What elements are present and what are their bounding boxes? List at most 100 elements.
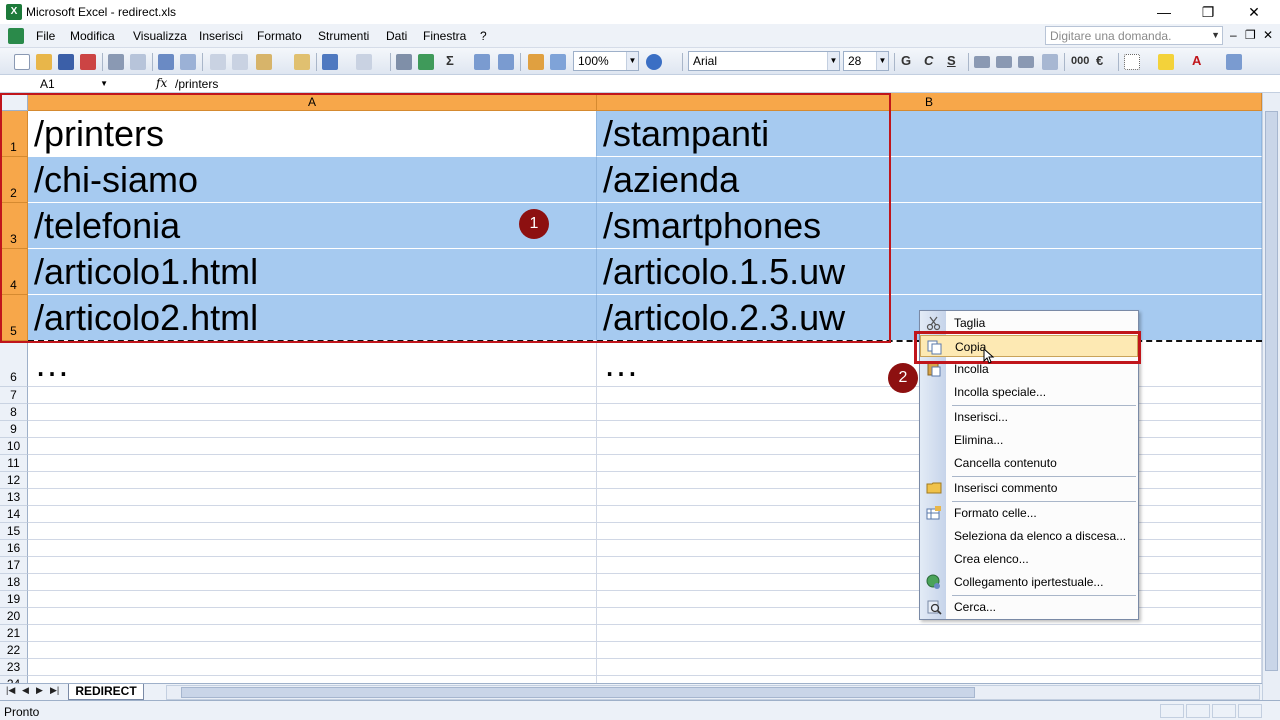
ask-question-box[interactable]: Digitare una domanda. ▼ xyxy=(1045,26,1223,45)
undo-icon[interactable] xyxy=(322,54,338,70)
menu-item-incolla[interactable]: Incolla xyxy=(920,358,1138,380)
cell[interactable] xyxy=(597,676,1262,683)
menu-item-copia[interactable]: Copia xyxy=(920,335,1138,357)
align-right-icon[interactable] xyxy=(1018,56,1034,68)
row-header[interactable]: 4 xyxy=(0,249,28,295)
cell[interactable] xyxy=(28,472,597,489)
cell-a6[interactable]: … xyxy=(28,341,597,387)
cell[interactable] xyxy=(28,642,597,659)
cell[interactable] xyxy=(28,625,597,642)
minimize-button[interactable]: — xyxy=(1144,2,1184,22)
format-painter-icon[interactable] xyxy=(294,54,310,70)
menu-dati[interactable]: Dati xyxy=(386,29,407,43)
menu-item-cerca[interactable]: Cerca... xyxy=(920,596,1138,618)
research-icon[interactable] xyxy=(180,54,196,70)
menu-finestra[interactable]: Finestra xyxy=(423,29,466,43)
row-header[interactable]: 16 xyxy=(0,540,28,557)
first-sheet-icon[interactable]: |◀ xyxy=(6,685,15,696)
cell[interactable] xyxy=(28,574,597,591)
restore-button[interactable]: ❐ xyxy=(1188,2,1228,22)
cell-b3[interactable]: /smartphones xyxy=(597,203,1262,249)
fill-color-icon[interactable] xyxy=(1158,54,1174,70)
row-header[interactable]: 8 xyxy=(0,404,28,421)
column-header-a[interactable]: A xyxy=(28,93,597,111)
cell[interactable] xyxy=(597,625,1262,642)
menu-help[interactable]: ? xyxy=(480,29,487,43)
row-header[interactable]: 9 xyxy=(0,421,28,438)
cell[interactable] xyxy=(28,608,597,625)
cell[interactable] xyxy=(28,404,597,421)
row-header[interactable]: 19 xyxy=(0,591,28,608)
workbook-close-button[interactable]: ✕ xyxy=(1263,28,1273,42)
menu-item-taglia[interactable]: Taglia xyxy=(920,312,1138,334)
print-preview-icon[interactable] xyxy=(130,54,146,70)
horizontal-scrollbar[interactable] xyxy=(166,685,1260,700)
last-sheet-icon[interactable]: ▶| xyxy=(50,685,59,696)
autosum-icon[interactable]: Σ xyxy=(446,53,454,68)
zoom-select[interactable]: 100% ▼ xyxy=(573,51,639,71)
menu-item-inserisci[interactable]: Inserisci... xyxy=(920,406,1138,428)
new-icon[interactable] xyxy=(14,54,30,70)
menu-formato[interactable]: Formato xyxy=(257,29,302,43)
row-header[interactable]: 7 xyxy=(0,387,28,404)
redo-icon[interactable] xyxy=(356,54,372,70)
menu-item-elimina[interactable]: Elimina... xyxy=(920,429,1138,451)
row-header[interactable]: 24 xyxy=(0,676,28,683)
next-sheet-icon[interactable]: ▶ xyxy=(36,685,43,696)
prev-sheet-icon[interactable]: ◀ xyxy=(22,685,29,696)
menu-strumenti[interactable]: Strumenti xyxy=(318,29,369,43)
row-header[interactable]: 6 xyxy=(0,341,28,387)
cut-icon[interactable] xyxy=(210,54,226,70)
borders-icon[interactable] xyxy=(1124,54,1140,70)
sheet-tab-redirect[interactable]: REDIRECT xyxy=(68,684,144,700)
insert-hyperlink-icon[interactable] xyxy=(396,54,412,70)
cell-b2[interactable]: /azienda xyxy=(597,157,1262,203)
menu-item-collegamento-ipertestuale[interactable]: Collegamento ipertestuale... xyxy=(920,571,1138,593)
cell[interactable] xyxy=(597,659,1262,676)
row-header[interactable]: 2 xyxy=(0,157,28,203)
row-header[interactable]: 18 xyxy=(0,574,28,591)
font-select[interactable]: Arial ▼ xyxy=(688,51,840,71)
cell-a3[interactable]: /telefonia xyxy=(28,203,597,249)
cell[interactable] xyxy=(28,421,597,438)
thousands-separator-button[interactable]: 000 xyxy=(1071,55,1089,67)
row-header[interactable]: 11 xyxy=(0,455,28,472)
cell[interactable] xyxy=(28,591,597,608)
close-button[interactable]: ✕ xyxy=(1234,2,1274,22)
cell-a2[interactable]: /chi-siamo xyxy=(28,157,597,203)
cell-a4[interactable]: /articolo1.html xyxy=(28,249,597,295)
cell[interactable] xyxy=(28,659,597,676)
select-all-corner[interactable] xyxy=(0,93,28,111)
cell[interactable] xyxy=(597,642,1262,659)
menu-item-inserisci-commento[interactable]: Inserisci commento xyxy=(920,477,1138,499)
toolbar-options-icon[interactable] xyxy=(1226,54,1242,70)
row-header[interactable]: 23 xyxy=(0,659,28,676)
cell-b4[interactable]: /articolo.1.5.uw xyxy=(597,249,1262,295)
row-header[interactable]: 17 xyxy=(0,557,28,574)
formula-input[interactable]: /printers xyxy=(175,77,218,91)
cell[interactable] xyxy=(28,489,597,506)
row-header[interactable]: 12 xyxy=(0,472,28,489)
menu-item-crea-elenco[interactable]: Crea elenco... xyxy=(920,548,1138,570)
workbook-minimize-button[interactable]: – xyxy=(1230,28,1237,42)
workbook-restore-button[interactable]: ❐ xyxy=(1245,28,1256,42)
chevron-down-icon[interactable]: ▼ xyxy=(1211,30,1220,40)
chevron-down-icon[interactable]: ▼ xyxy=(827,52,839,70)
horizontal-scroll-thumb[interactable] xyxy=(181,687,975,698)
menu-item-incolla-speciale[interactable]: Incolla speciale... xyxy=(920,381,1138,403)
excel-app-icon[interactable]: X xyxy=(6,4,22,20)
euro-button[interactable]: € xyxy=(1096,53,1103,68)
chevron-down-icon[interactable]: ▼ xyxy=(876,52,888,70)
spelling-icon[interactable] xyxy=(158,54,174,70)
open-icon[interactable] xyxy=(36,54,52,70)
row-header[interactable]: 20 xyxy=(0,608,28,625)
cell[interactable] xyxy=(28,506,597,523)
row-header[interactable]: 10 xyxy=(0,438,28,455)
web-icon[interactable] xyxy=(418,54,434,70)
italic-button[interactable]: C xyxy=(924,53,933,68)
bold-button[interactable]: G xyxy=(901,53,911,68)
merge-center-icon[interactable] xyxy=(1042,54,1058,70)
row-header[interactable]: 14 xyxy=(0,506,28,523)
align-center-icon[interactable] xyxy=(996,56,1012,68)
cell[interactable] xyxy=(28,455,597,472)
